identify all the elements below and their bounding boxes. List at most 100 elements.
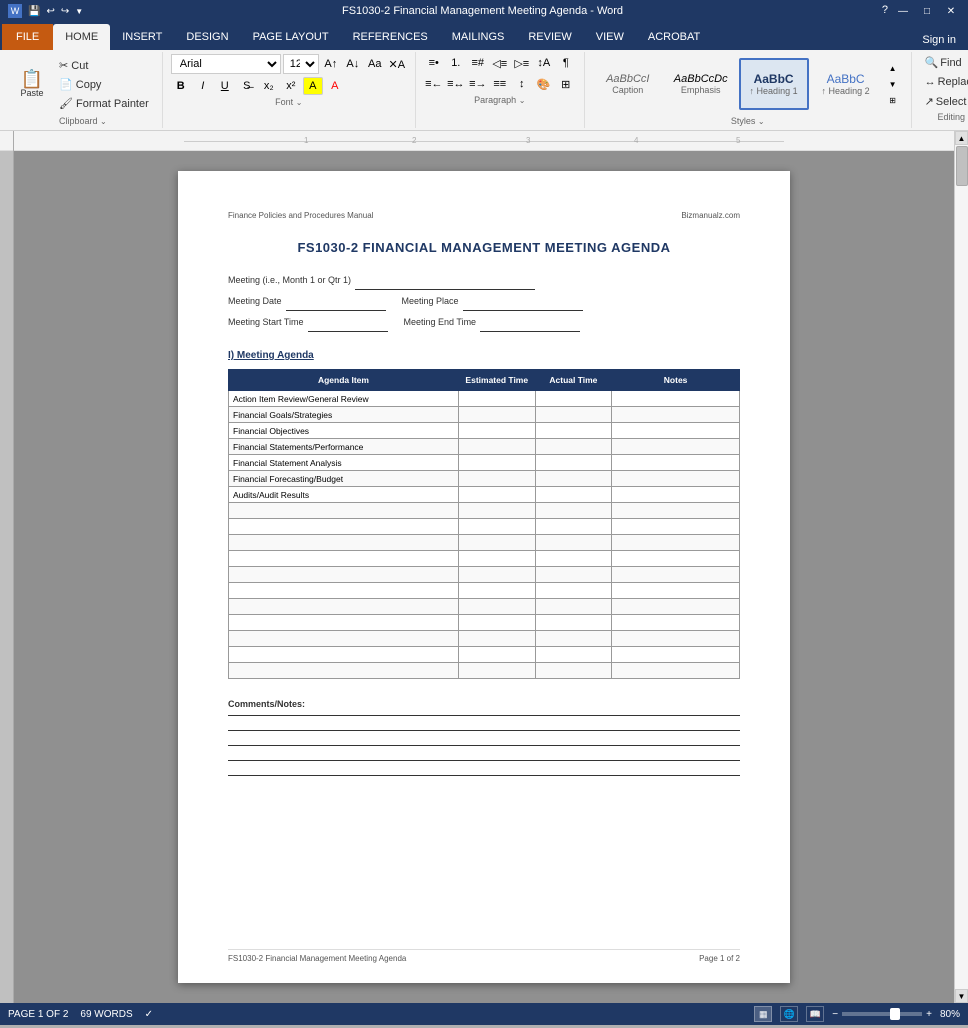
copy-button[interactable]: 📄 Copy	[54, 76, 154, 93]
estimated-time-cell[interactable]	[458, 551, 535, 567]
style-emphasis[interactable]: AaBbCcDc Emphasis	[665, 58, 737, 110]
paste-button[interactable]: 📋 Paste	[12, 67, 52, 101]
proofing-icon[interactable]: ✓	[145, 1009, 153, 1020]
comment-line-4[interactable]	[228, 760, 740, 761]
tab-home[interactable]: HOME	[53, 24, 110, 50]
find-button[interactable]: 🔍 Find	[920, 54, 968, 71]
right-scrollbar[interactable]: ▲ ▼	[954, 131, 968, 1003]
actual-time-cell[interactable]	[535, 535, 612, 551]
style-caption[interactable]: AaBbCcI Caption	[593, 58, 663, 110]
underline-button[interactable]: U	[215, 77, 235, 95]
quick-access-customize[interactable]: ▼	[75, 7, 83, 16]
format-painter-button[interactable]: 🖌 Format Painter	[54, 95, 154, 112]
estimated-time-cell[interactable]	[458, 631, 535, 647]
zoom-minus[interactable]: −	[832, 1009, 838, 1020]
actual-time-cell[interactable]	[535, 503, 612, 519]
estimated-time-cell[interactable]	[458, 567, 535, 583]
estimated-time-cell[interactable]	[458, 503, 535, 519]
actual-time-cell[interactable]	[535, 519, 612, 535]
increase-indent-button[interactable]: ▷≡	[512, 54, 532, 72]
comment-line-5[interactable]	[228, 775, 740, 776]
line-spacing-button[interactable]: ↕	[512, 75, 532, 93]
comment-line-1[interactable]	[228, 715, 740, 716]
restore-button[interactable]: □	[918, 4, 936, 18]
notes-cell[interactable]	[612, 583, 740, 599]
style-heading2[interactable]: AaBbC ↑ Heading 2	[811, 58, 881, 110]
notes-cell[interactable]	[612, 471, 740, 487]
quick-access-redo[interactable]: ↪	[61, 6, 69, 17]
border-button[interactable]: ⊞	[556, 75, 576, 93]
font-grow-button[interactable]: A↑	[321, 55, 341, 73]
decrease-indent-button[interactable]: ◁≡	[490, 54, 510, 72]
actual-time-cell[interactable]	[535, 647, 612, 663]
notes-cell[interactable]	[612, 615, 740, 631]
notes-cell[interactable]	[612, 647, 740, 663]
estimated-time-cell[interactable]	[458, 519, 535, 535]
tab-view[interactable]: VIEW	[584, 24, 636, 50]
styles-scroll-up[interactable]: ▲	[883, 60, 903, 76]
notes-cell[interactable]	[612, 407, 740, 423]
actual-time-cell[interactable]	[535, 455, 612, 471]
notes-cell[interactable]	[612, 567, 740, 583]
align-left-button[interactable]: ≡←	[424, 75, 444, 93]
styles-expand[interactable]: ⊞	[883, 92, 903, 108]
comment-line-3[interactable]	[228, 745, 740, 746]
scroll-track[interactable]	[955, 145, 968, 989]
font-shrink-button[interactable]: A↓	[343, 55, 363, 73]
superscript-button[interactable]: x²	[281, 77, 301, 95]
minimize-button[interactable]: —	[894, 4, 912, 18]
styles-scroll-down[interactable]: ▼	[883, 76, 903, 92]
notes-cell[interactable]	[612, 423, 740, 439]
actual-time-cell[interactable]	[535, 663, 612, 679]
justify-button[interactable]: ≡≡	[490, 75, 510, 93]
estimated-time-cell[interactable]	[458, 439, 535, 455]
print-layout-btn[interactable]: ▦	[754, 1006, 772, 1022]
notes-cell[interactable]	[612, 487, 740, 503]
zoom-bar[interactable]	[842, 1012, 922, 1016]
estimated-time-cell[interactable]	[458, 615, 535, 631]
notes-cell[interactable]	[612, 599, 740, 615]
font-color-button[interactable]: A	[325, 77, 345, 95]
tab-insert[interactable]: INSERT	[110, 24, 174, 50]
estimated-time-cell[interactable]	[458, 407, 535, 423]
para-expand[interactable]: ⌄	[519, 96, 526, 105]
notes-cell[interactable]	[612, 663, 740, 679]
actual-time-cell[interactable]	[535, 391, 612, 407]
zoom-percent[interactable]: 80%	[940, 1009, 960, 1020]
clear-format-button[interactable]: ✕A	[387, 55, 407, 73]
help-button[interactable]: ?	[882, 4, 888, 18]
estimated-time-cell[interactable]	[458, 583, 535, 599]
subscript-button[interactable]: x₂	[259, 77, 279, 95]
notes-cell[interactable]	[612, 439, 740, 455]
meeting-end-field[interactable]	[480, 313, 580, 332]
shading-button[interactable]: 🎨	[534, 75, 554, 93]
estimated-time-cell[interactable]	[458, 471, 535, 487]
change-case-button[interactable]: Aa	[365, 55, 385, 73]
style-heading1[interactable]: AaBbC ↑ Heading 1	[739, 58, 809, 110]
tab-page-layout[interactable]: PAGE LAYOUT	[241, 24, 341, 50]
tab-mailings[interactable]: MAILINGS	[440, 24, 517, 50]
show-formatting-button[interactable]: ¶	[556, 54, 576, 72]
zoom-slider[interactable]: − +	[832, 1009, 932, 1020]
strikethrough-button[interactable]: S̶	[237, 77, 257, 95]
notes-cell[interactable]	[612, 503, 740, 519]
notes-cell[interactable]	[612, 535, 740, 551]
tab-references[interactable]: REFERENCES	[341, 24, 440, 50]
close-button[interactable]: ✕	[942, 4, 960, 18]
quick-access-undo[interactable]: ↩	[46, 6, 54, 17]
tab-file[interactable]: FILE	[2, 24, 53, 50]
tab-acrobat[interactable]: ACROBAT	[636, 24, 712, 50]
cut-button[interactable]: ✂ Cut	[54, 57, 154, 74]
actual-time-cell[interactable]	[535, 583, 612, 599]
quick-access-save[interactable]: 💾	[28, 6, 40, 17]
notes-cell[interactable]	[612, 551, 740, 567]
numbering-button[interactable]: 1.	[446, 54, 466, 72]
tab-design[interactable]: DESIGN	[174, 24, 240, 50]
notes-cell[interactable]	[612, 391, 740, 407]
zoom-thumb[interactable]	[890, 1008, 900, 1020]
highlight-button[interactable]: A	[303, 77, 323, 95]
estimated-time-cell[interactable]	[458, 535, 535, 551]
sort-button[interactable]: ↕A	[534, 54, 554, 72]
actual-time-cell[interactable]	[535, 567, 612, 583]
bullets-button[interactable]: ≡•	[424, 54, 444, 72]
